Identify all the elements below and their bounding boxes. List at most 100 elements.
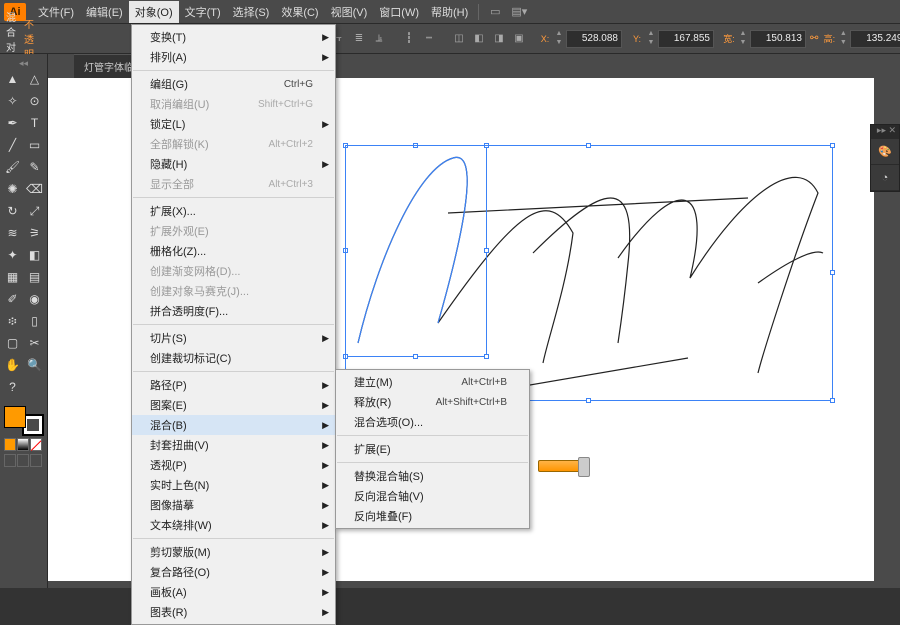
- menubar-item-8[interactable]: 帮助(H): [425, 1, 474, 23]
- h-down[interactable]: ▼: [838, 39, 848, 48]
- y-down[interactable]: ▼: [646, 39, 656, 48]
- tool-zoom[interactable]: 🔍: [24, 354, 46, 376]
- object-menu-item-24[interactable]: 透视(P)▶: [132, 455, 335, 475]
- dist-h-icon[interactable]: ┇: [400, 30, 418, 48]
- tool-wand[interactable]: ✧: [2, 90, 24, 112]
- object-menu-item-20[interactable]: 路径(P)▶: [132, 375, 335, 395]
- toolbar-collapse-icon[interactable]: ◂◂: [2, 58, 46, 68]
- draw-normal[interactable]: [4, 454, 16, 467]
- tool-brush[interactable]: 🖌: [2, 156, 24, 178]
- h-input[interactable]: [850, 30, 900, 48]
- tool-direct[interactable]: △: [24, 68, 46, 90]
- minus-icon[interactable]: ◧: [470, 30, 488, 48]
- menubar-item-4[interactable]: 选择(S): [227, 1, 276, 23]
- tool-mesh[interactable]: ▦: [2, 266, 24, 288]
- w-up[interactable]: ▲: [738, 30, 748, 39]
- fill-swatch[interactable]: [4, 406, 26, 428]
- h-up[interactable]: ▲: [838, 30, 848, 39]
- tool-shape[interactable]: ✦: [2, 244, 24, 266]
- object-menu-item-12[interactable]: 栅格化(Z)...: [132, 241, 335, 261]
- arrange-icon[interactable]: ▤▾: [509, 4, 529, 20]
- object-menu-item-18[interactable]: 创建裁切标记(C): [132, 348, 335, 368]
- blend-menu-item-6[interactable]: 替换混合轴(S): [336, 466, 529, 486]
- menubar-item-0[interactable]: 文件(F): [32, 1, 80, 23]
- tool-gradient[interactable]: ▤: [24, 266, 46, 288]
- tool-artboard[interactable]: ▢: [2, 332, 24, 354]
- y-input[interactable]: [658, 30, 714, 48]
- align-vcenter-icon[interactable]: ≣: [350, 30, 368, 48]
- menubar-item-5[interactable]: 效果(C): [275, 1, 324, 23]
- dist-v-icon[interactable]: ┅: [420, 30, 438, 48]
- object-menu-item-31[interactable]: 画板(A)▶: [132, 582, 335, 602]
- selection-bbox-2[interactable]: [345, 145, 833, 401]
- blend-menu-item-7[interactable]: 反向混合轴(V): [336, 486, 529, 506]
- tool-warp[interactable]: ⚞: [24, 222, 46, 244]
- link-wh-icon[interactable]: ⚯: [810, 30, 818, 48]
- object-menu-item-25[interactable]: 实时上色(N)▶: [132, 475, 335, 495]
- mode-gradient[interactable]: [17, 438, 29, 451]
- blend-handle[interactable]: [538, 460, 590, 472]
- menubar-item-6[interactable]: 视图(V): [325, 1, 374, 23]
- blend-menu-item-0[interactable]: 建立(M)Alt+Ctrl+B: [336, 372, 529, 392]
- mode-none[interactable]: [30, 438, 42, 451]
- w-input[interactable]: [750, 30, 806, 48]
- object-menu-item-27[interactable]: 文本绕排(W)▶: [132, 515, 335, 535]
- tool-pencil[interactable]: ✎: [24, 156, 46, 178]
- tool-select[interactable]: ▲: [2, 68, 24, 90]
- tool-scale[interactable]: ⤢: [24, 200, 46, 222]
- tool-blend[interactable]: ◉: [24, 288, 46, 310]
- menubar-item-1[interactable]: 编辑(E): [80, 1, 129, 23]
- tool-pen[interactable]: ✒: [2, 112, 24, 134]
- object-menu-item-15[interactable]: 拼合透明度(F)...: [132, 301, 335, 321]
- object-menu-item-22[interactable]: 混合(B)▶: [132, 415, 335, 435]
- tool-type[interactable]: T: [24, 112, 46, 134]
- y-up[interactable]: ▲: [646, 30, 656, 39]
- object-menu-item-17[interactable]: 切片(S)▶: [132, 328, 335, 348]
- align-bottom-icon[interactable]: ⫡: [370, 30, 388, 48]
- tool-rotate[interactable]: ↻: [2, 200, 24, 222]
- tool-lasso[interactable]: ⊙: [24, 90, 46, 112]
- menubar-item-7[interactable]: 窗口(W): [373, 1, 425, 23]
- draw-inside[interactable]: [30, 454, 42, 467]
- menubar-item-3[interactable]: 文字(T): [179, 1, 227, 23]
- tool-blob[interactable]: ✺: [2, 178, 24, 200]
- object-menu-item-30[interactable]: 复合路径(O)▶: [132, 562, 335, 582]
- tool-line[interactable]: ╱: [2, 134, 24, 156]
- x-down[interactable]: ▼: [554, 39, 564, 48]
- object-menu-item-0[interactable]: 变换(T)▶: [132, 27, 335, 47]
- help-tool[interactable]: ?: [2, 376, 24, 398]
- blend-menu-item-8[interactable]: 反向堆叠(F): [336, 506, 529, 526]
- tool-graph[interactable]: ▯: [24, 310, 46, 332]
- object-menu-item-5[interactable]: 锁定(L)▶: [132, 114, 335, 134]
- menubar-item-2[interactable]: 对象(O): [129, 1, 179, 23]
- exclude-icon[interactable]: ▣: [510, 30, 528, 48]
- unite-icon[interactable]: ◫: [450, 30, 468, 48]
- object-menu-item-26[interactable]: 图像描摹▶: [132, 495, 335, 515]
- tool-width[interactable]: ≋: [2, 222, 24, 244]
- mode-color[interactable]: [4, 438, 16, 451]
- layout-icon[interactable]: ▭: [485, 4, 505, 20]
- blend-menu-item-1[interactable]: 释放(R)Alt+Shift+Ctrl+B: [336, 392, 529, 412]
- tool-slice[interactable]: ✂: [24, 332, 46, 354]
- object-menu-item-10[interactable]: 扩展(X)...: [132, 201, 335, 221]
- blend-menu-item-4[interactable]: 扩展(E): [336, 439, 529, 459]
- object-menu-item-1[interactable]: 排列(A)▶: [132, 47, 335, 67]
- object-menu-item-21[interactable]: 图案(E)▶: [132, 395, 335, 415]
- color-panel-icon[interactable]: 🎨: [871, 139, 899, 165]
- tool-eyedrop[interactable]: ✐: [2, 288, 24, 310]
- x-input[interactable]: [566, 30, 622, 48]
- blend-menu-item-2[interactable]: 混合选项(O)...: [336, 412, 529, 432]
- w-down[interactable]: ▼: [738, 39, 748, 48]
- tool-hand[interactable]: ✋: [2, 354, 24, 376]
- object-menu-item-3[interactable]: 编组(G)Ctrl+G: [132, 74, 335, 94]
- tool-eraser[interactable]: ⌫: [24, 178, 46, 200]
- object-menu-item-29[interactable]: 剪切蒙版(M)▶: [132, 542, 335, 562]
- dock-header[interactable]: ▸▸ ✕: [871, 125, 899, 139]
- draw-behind[interactable]: [17, 454, 29, 467]
- object-menu-item-7[interactable]: 隐藏(H)▶: [132, 154, 335, 174]
- object-menu-item-23[interactable]: 封套扭曲(V)▶: [132, 435, 335, 455]
- tool-rect[interactable]: ▭: [24, 134, 46, 156]
- tool-tint[interactable]: ◧: [24, 244, 46, 266]
- x-up[interactable]: ▲: [554, 30, 564, 39]
- color-swatch[interactable]: [4, 406, 44, 436]
